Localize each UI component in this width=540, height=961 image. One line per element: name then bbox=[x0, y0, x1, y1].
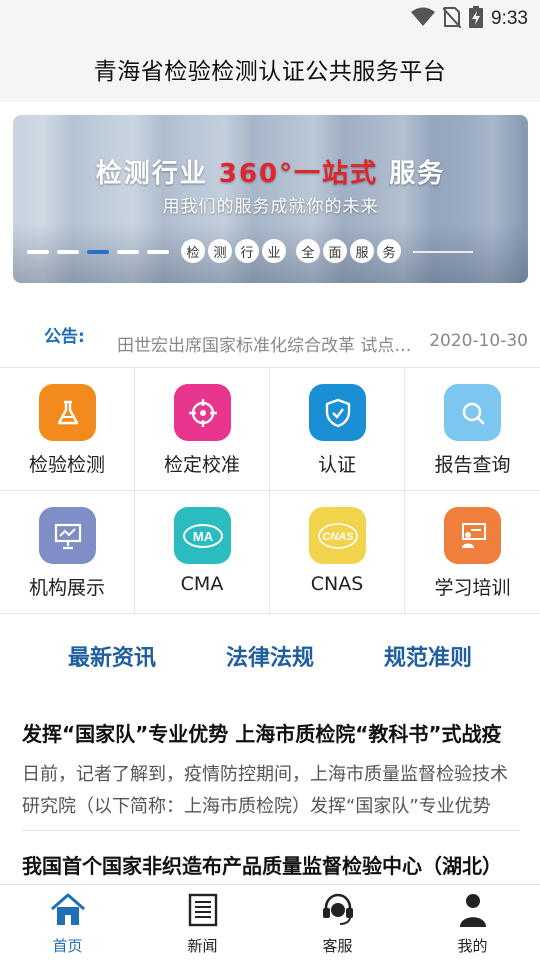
service-certification[interactable]: 认证 bbox=[270, 368, 405, 491]
pill-char: 面 bbox=[323, 239, 347, 263]
target-icon bbox=[174, 384, 231, 441]
promo-banner[interactable]: 检测行业 360°一站式 服务 用我们的服务成就你的未来 检 测 行 业 全 面… bbox=[13, 115, 528, 283]
user-icon bbox=[455, 892, 491, 928]
nav-label: 新闻 bbox=[187, 937, 218, 955]
search-icon bbox=[444, 384, 501, 441]
pill-char: 行 bbox=[235, 239, 259, 263]
notice-bar[interactable]: 公告: 田世宏出席国家标准化综合改革 试点工作推进会 2020-10-30 bbox=[0, 318, 540, 362]
status-icons: 9:33 bbox=[411, 6, 528, 32]
service-label: 检验检测 bbox=[28, 454, 105, 476]
service-inspection-testing[interactable]: 检验检测 bbox=[0, 368, 135, 491]
carousel-indicator[interactable] bbox=[27, 250, 169, 254]
service-label: CMA bbox=[180, 573, 224, 595]
service-label: 机构展示 bbox=[28, 577, 105, 599]
battery-charging-icon bbox=[469, 6, 484, 32]
home-icon bbox=[50, 892, 86, 928]
presentation-icon bbox=[39, 507, 96, 564]
nav-label: 我的 bbox=[457, 937, 488, 955]
cma-logo-icon: MA bbox=[174, 507, 231, 564]
pill-group-service: 全 面 服 务 bbox=[296, 239, 401, 263]
flask-icon bbox=[39, 384, 96, 441]
service-training[interactable]: 学习培训 bbox=[405, 491, 540, 614]
news-icon bbox=[185, 892, 221, 928]
pill-char: 检 bbox=[181, 239, 205, 263]
banner-pill-tags: 检 测 行 业 全 面 服 务 bbox=[181, 239, 401, 263]
service-label: CNAS bbox=[310, 573, 364, 595]
news-tabs: 最新资讯 法律法规 规范准则 bbox=[0, 640, 540, 680]
tab-latest-news[interactable]: 最新资讯 bbox=[68, 640, 156, 672]
bottom-navigation: 首页 新闻 客服 我的 bbox=[0, 884, 540, 960]
carousel-dot-active[interactable] bbox=[87, 250, 109, 254]
banner-headline-suffix: 服务 bbox=[389, 159, 446, 189]
status-time: 9:33 bbox=[491, 8, 528, 29]
banner-headline-prefix: 检测行业 bbox=[95, 159, 208, 189]
service-calibration[interactable]: 检定校准 bbox=[135, 368, 270, 491]
carousel-dot[interactable] bbox=[57, 250, 79, 254]
nav-label: 首页 bbox=[52, 937, 83, 955]
app-bar: 青海省检验检测认证公共服务平台 bbox=[0, 36, 540, 102]
service-cnas[interactable]: CNAS CNAS bbox=[270, 491, 405, 614]
service-cma[interactable]: MA CMA bbox=[135, 491, 270, 614]
pill-char: 务 bbox=[377, 239, 401, 263]
service-label: 检定校准 bbox=[163, 454, 240, 476]
service-institution-showcase[interactable]: 机构展示 bbox=[0, 491, 135, 614]
no-sim-icon bbox=[442, 6, 462, 32]
notice-text[interactable]: 田世宏出席国家标准化综合改革 试点工作推进会 bbox=[117, 331, 425, 356]
carousel-dot[interactable] bbox=[27, 250, 49, 254]
pill-char: 全 bbox=[296, 239, 320, 263]
banner-subtitle: 用我们的服务成就你的未来 bbox=[162, 197, 379, 217]
news-divider bbox=[22, 830, 520, 831]
svg-text:MA: MA bbox=[192, 529, 213, 544]
shield-check-icon bbox=[309, 384, 366, 441]
news-title: 我国首个国家非织造布产品质量监督检验中心（湖北） bbox=[22, 854, 502, 878]
nav-news[interactable]: 新闻 bbox=[135, 885, 270, 961]
news-summary: 日前，记者了解到，疫情防控期间，上海市质量监督检验技术研究院（以下简称：上海市质… bbox=[22, 764, 508, 817]
nav-label: 客服 bbox=[322, 937, 353, 955]
news-title: 发挥“国家队”专业优势 上海市质检院“教科书”式战疫 bbox=[22, 722, 502, 746]
service-label: 认证 bbox=[317, 454, 356, 476]
service-label: 学习培训 bbox=[434, 577, 511, 599]
pill-char: 业 bbox=[262, 239, 286, 263]
carousel-dot[interactable] bbox=[147, 250, 169, 254]
pill-group-industry: 检 测 行 业 bbox=[181, 239, 286, 263]
service-grid: 检验检测 检定校准 认证 报告查询 机构展示 MA CMA CNAS CNAS bbox=[0, 367, 540, 614]
tab-standards[interactable]: 规范准则 bbox=[384, 640, 472, 672]
tab-laws-regulations[interactable]: 法律法规 bbox=[226, 640, 314, 672]
wifi-icon bbox=[411, 7, 436, 31]
headset-icon bbox=[320, 892, 356, 928]
nav-customer-service[interactable]: 客服 bbox=[270, 885, 405, 961]
carousel-dot[interactable] bbox=[117, 250, 139, 254]
pill-char: 服 bbox=[350, 239, 374, 263]
page-title: 青海省检验检测认证公共服务平台 bbox=[93, 59, 447, 85]
training-icon bbox=[444, 507, 501, 564]
list-item[interactable]: 发挥“国家队”专业优势 上海市质检院“教科书”式战疫 日前，记者了解到，疫情防控… bbox=[22, 718, 520, 823]
nav-home[interactable]: 首页 bbox=[0, 885, 135, 961]
banner-headline: 检测行业 360°一站式 服务 bbox=[13, 153, 528, 190]
notice-label: 公告: bbox=[44, 327, 85, 347]
pill-char: 测 bbox=[208, 239, 232, 263]
nav-profile[interactable]: 我的 bbox=[405, 885, 540, 961]
service-label: 报告查询 bbox=[434, 454, 511, 476]
status-bar: 9:33 bbox=[0, 0, 540, 36]
notice-date: 2020-10-30 bbox=[429, 331, 528, 351]
service-report-query[interactable]: 报告查询 bbox=[405, 368, 540, 491]
banner-headline-accent: 360°一站式 bbox=[218, 159, 379, 189]
list-item[interactable]: 我国首个国家非织造布产品质量监督检验中心（湖北） bbox=[22, 850, 520, 879]
cnas-logo-icon: CNAS bbox=[309, 507, 366, 564]
banner-decor-line bbox=[413, 251, 473, 253]
svg-text:CNAS: CNAS bbox=[322, 531, 354, 543]
